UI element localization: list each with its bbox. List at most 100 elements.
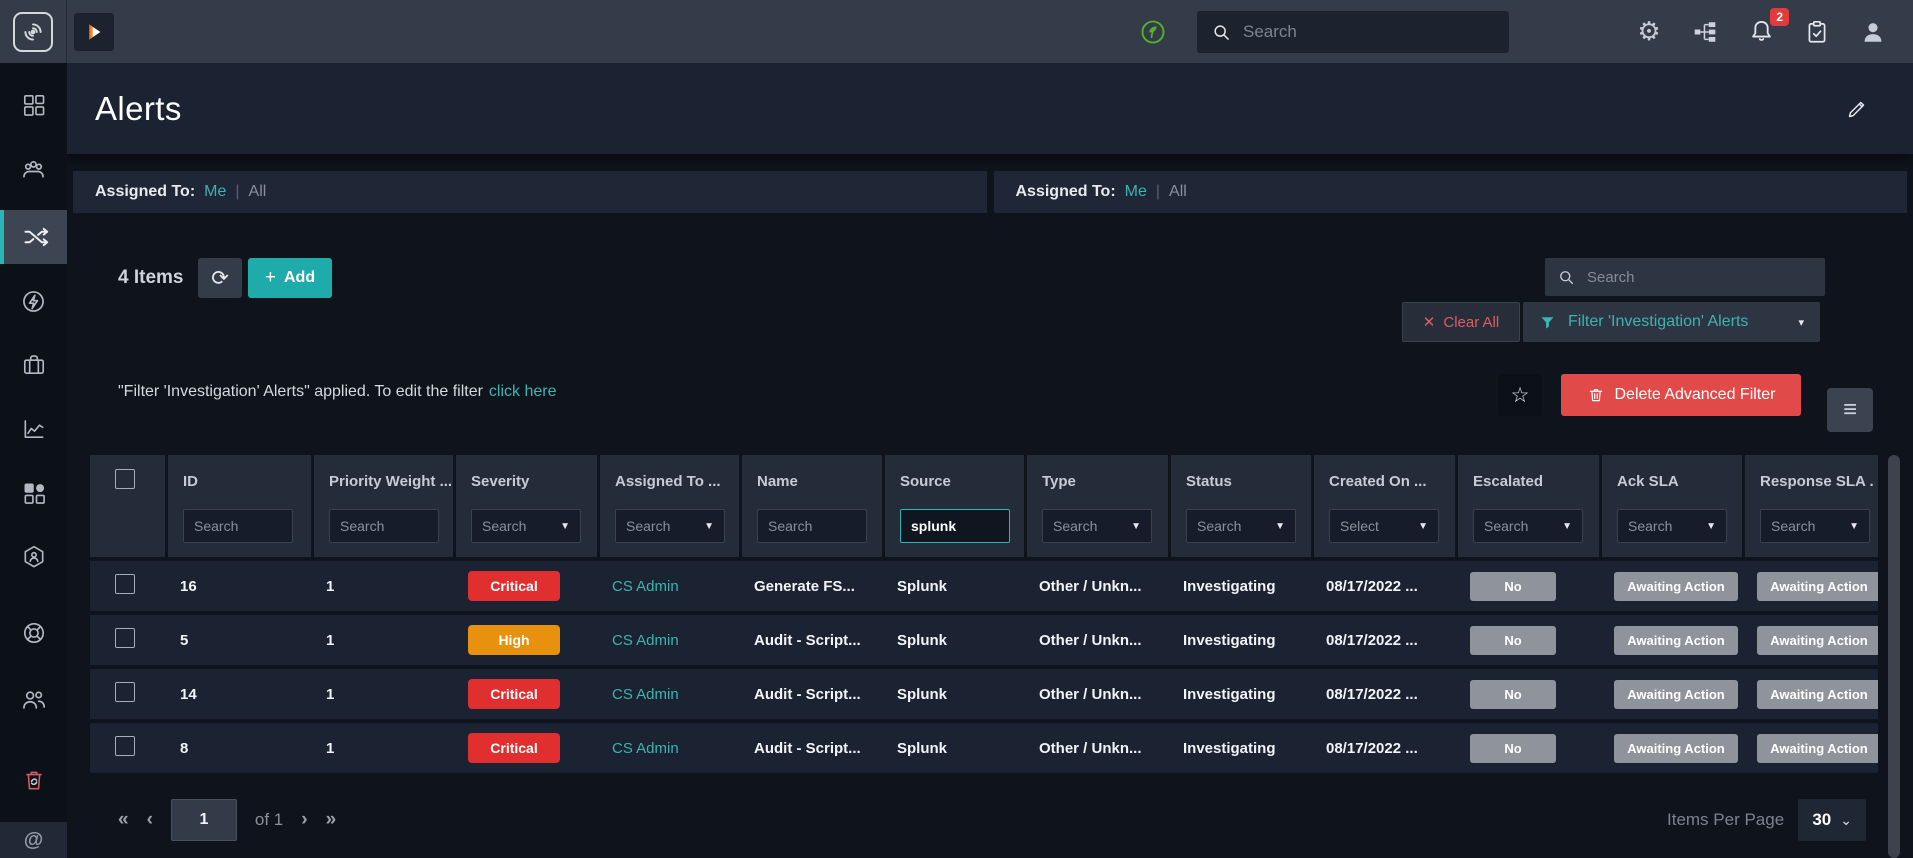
page-number-input[interactable] [170, 799, 237, 841]
ack-sla-badge: Awaiting Action [1614, 679, 1738, 709]
row-checkbox[interactable] [115, 736, 135, 756]
table-row[interactable]: 8 1 Critical CS Admin Audit - Script... … [90, 723, 1878, 773]
last-page-button[interactable]: » [326, 809, 337, 831]
column-menu-button[interactable]: ≡ [1827, 388, 1873, 432]
cell-assigned-to[interactable]: CS Admin [597, 632, 739, 649]
cell-priority-weight: 1 [326, 685, 335, 703]
sidebar-item-applications[interactable] [0, 466, 67, 520]
sidebar-item-integrations[interactable] [0, 530, 67, 584]
column-header-escalated[interactable]: Escalated [1458, 455, 1599, 501]
sidebar-item-recycle-bin[interactable] [0, 753, 67, 807]
sidebar-item-dashboards[interactable] [0, 78, 67, 132]
first-page-button[interactable]: « [118, 809, 129, 831]
filter-created-on-select[interactable]: Select ▼ [1329, 509, 1439, 543]
hierarchy-icon[interactable] [1691, 18, 1719, 46]
filter-priority-weight-input[interactable] [329, 509, 439, 543]
search-icon [1560, 271, 1574, 285]
column-header-created-on[interactable]: Created On ... [1314, 455, 1455, 501]
column-header-type[interactable]: Type [1027, 455, 1168, 501]
recycle-bin-icon [25, 771, 42, 790]
filter-assigned-to-select[interactable]: Search ▼ [615, 509, 725, 543]
caret-down-icon: ▾ [1798, 316, 1804, 329]
sidebar-item-mentions[interactable]: @ [0, 822, 67, 858]
sidebar-item-reports[interactable] [0, 402, 67, 456]
sidebar-expand-button[interactable] [74, 12, 114, 51]
select-all-checkbox[interactable] [115, 469, 135, 489]
cell-priority-weight: 1 [326, 739, 335, 757]
filter-severity-select[interactable]: Search ▼ [471, 509, 581, 543]
settings-gear-icon[interactable]: ⚙ [1635, 16, 1663, 46]
notifications-bell-icon[interactable]: 2 [1747, 7, 1789, 46]
filter-id-input[interactable] [183, 509, 293, 543]
delete-advanced-filter-button[interactable]: Delete Advanced Filter [1561, 374, 1801, 416]
column-header-id[interactable]: ID [168, 455, 311, 501]
table-row[interactable]: 14 1 Critical CS Admin Audit - Script...… [90, 669, 1878, 719]
topbar: ⚙ 2 [0, 0, 1913, 63]
filter-applied-banner: "Filter 'Investigation' Alerts" applied.… [118, 383, 557, 401]
filter-name-input[interactable] [757, 509, 867, 543]
previous-page-button[interactable]: ‹ [147, 809, 153, 831]
sidebar-item-users[interactable] [0, 672, 67, 726]
cell-escalated: No [1455, 679, 1599, 709]
vertical-scrollbar[interactable] [1888, 455, 1900, 858]
filter-escalated-select[interactable]: Search ▼ [1473, 509, 1583, 543]
column-header-assigned-to[interactable]: Assigned To ... [600, 455, 739, 501]
column-header-source[interactable]: Source [885, 455, 1024, 501]
column-header-name[interactable]: Name [742, 455, 882, 501]
tasks-clipboard-icon[interactable] [1803, 18, 1831, 46]
favorite-filter-button[interactable]: ☆ [1498, 374, 1542, 416]
user-profile-icon[interactable] [1859, 18, 1887, 46]
table-row[interactable]: 16 1 Critical CS Admin Generate FS... Sp… [90, 561, 1878, 611]
filter-status-select[interactable]: Search ▼ [1186, 509, 1296, 543]
items-per-page-select[interactable]: 30 ⌄ [1798, 799, 1867, 841]
row-checkbox[interactable] [115, 628, 135, 648]
assigned-me-link[interactable]: Me [1125, 183, 1147, 201]
column-header-severity[interactable]: Severity [456, 455, 597, 501]
filter-ack-sla-select[interactable]: Search ▼ [1617, 509, 1727, 543]
sidebar-item-support[interactable] [0, 606, 67, 660]
sidebar-item-teams[interactable] [0, 143, 67, 197]
table-row[interactable]: 5 1 High CS Admin Audit - Script... Splu… [90, 615, 1878, 665]
clear-all-button[interactable]: ✕ Clear All [1402, 302, 1520, 342]
assigned-all-link[interactable]: All [1169, 183, 1187, 201]
global-search[interactable] [1197, 10, 1509, 53]
filter-type-select[interactable]: Search ▼ [1042, 509, 1152, 543]
caret-down-icon: ▼ [1706, 520, 1716, 532]
filter-dropdown-button[interactable]: Filter 'Investigation' Alerts ▾ [1523, 302, 1820, 342]
sidebar-item-cases[interactable] [0, 338, 67, 392]
assigned-all-link[interactable]: All [249, 183, 267, 201]
cell-name: Audit - Script... [754, 739, 861, 757]
table-search-input[interactable] [1587, 268, 1813, 286]
column-header-ack-sla[interactable]: Ack SLA [1602, 455, 1742, 501]
sidebar-item-workflow[interactable] [0, 210, 67, 264]
column-priority-weight: Priority Weight ... [311, 455, 453, 557]
column-header-priority-weight[interactable]: Priority Weight ... [314, 455, 453, 501]
edit-filter-link[interactable]: click here [489, 383, 557, 400]
refresh-button[interactable]: ⟳ [198, 258, 242, 298]
menu-icon: ≡ [1842, 396, 1857, 423]
next-page-button[interactable]: › [301, 809, 307, 831]
reports-chart-icon [24, 420, 43, 438]
table-search[interactable] [1545, 258, 1825, 296]
health-status-icon[interactable] [1139, 18, 1167, 46]
cell-severity: High [453, 625, 597, 655]
cell-assigned-to[interactable]: CS Admin [597, 686, 739, 703]
column-header-response-sla[interactable]: Response SLA . [1745, 455, 1878, 501]
filter-placeholder: Search [1628, 518, 1673, 534]
row-checkbox[interactable] [115, 574, 135, 594]
column-header-status[interactable]: Status [1171, 455, 1311, 501]
row-checkbox[interactable] [115, 682, 135, 702]
edit-page-button[interactable] [1845, 97, 1869, 121]
global-search-input[interactable] [1243, 21, 1473, 42]
assigned-me-link[interactable]: Me [204, 183, 226, 201]
add-button[interactable]: + Add [248, 258, 332, 298]
cell-id: 5 [180, 631, 189, 649]
cell-assigned-to[interactable]: CS Admin [597, 740, 739, 757]
assigned-divider: | [235, 183, 240, 200]
cell-response-sla: Awaiting Action [1742, 571, 1878, 601]
filter-response-sla-select[interactable]: Search ▼ [1760, 509, 1870, 543]
filter-source-input[interactable] [900, 509, 1010, 543]
cell-assigned-to[interactable]: CS Admin [597, 578, 739, 595]
sidebar-item-automation[interactable] [0, 274, 67, 328]
app-logo[interactable] [0, 0, 67, 63]
